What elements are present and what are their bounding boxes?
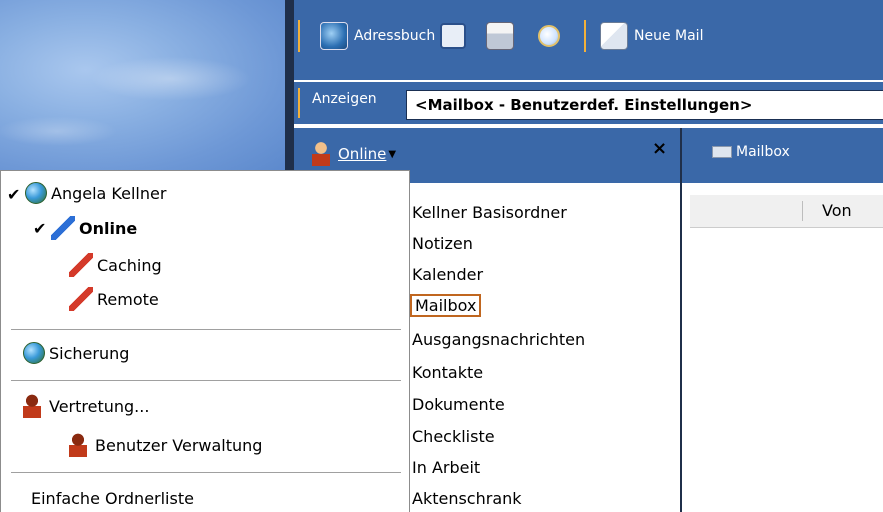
folder-item[interactable]: Notizen xyxy=(412,234,473,253)
plug-icon xyxy=(51,216,75,240)
checkmark-icon: ✔ xyxy=(7,185,21,204)
addressbook-icon xyxy=(320,22,348,50)
menu-separator xyxy=(11,329,401,331)
folder-item[interactable]: Ausgangsnachrichten xyxy=(412,330,585,349)
menu-item-remote[interactable]: Remote xyxy=(69,287,159,311)
folder-item[interactable]: Kalender xyxy=(412,265,483,284)
view-selector-bar: Anzeigen <Mailbox - Benutzerdef. Einstel… xyxy=(294,82,883,124)
calendar-icon xyxy=(440,23,466,49)
neue-mail-button[interactable]: Neue Mail xyxy=(600,22,703,50)
menu-item-vertretung[interactable]: Vertretung... xyxy=(23,394,149,418)
menu-item-caching[interactable]: Caching xyxy=(69,253,162,277)
toolbar-separator xyxy=(298,20,300,52)
plug-icon xyxy=(69,287,93,311)
column-divider[interactable] xyxy=(802,201,803,221)
column-von[interactable]: Von xyxy=(822,201,852,220)
print-button[interactable] xyxy=(486,22,514,50)
toolbar-separator xyxy=(584,20,586,52)
view-select[interactable]: <Mailbox - Benutzerdef. Einstellungen> xyxy=(406,90,883,120)
close-icon[interactable]: × xyxy=(652,138,667,159)
checkmark-icon: ✔ xyxy=(33,219,47,238)
adressbuch-button[interactable]: Adressbuch xyxy=(320,22,435,50)
folder-item[interactable]: Checkliste xyxy=(412,427,495,446)
globe-icon xyxy=(25,182,47,204)
chevron-down-icon: ▼ xyxy=(388,148,397,160)
menu-item-benutzer-verwaltung[interactable]: Benutzer Verwaltung xyxy=(69,433,262,457)
folder-item[interactable]: Aktenschrank xyxy=(412,489,522,508)
menu-separator xyxy=(11,472,401,474)
folder-item[interactable]: In Arbeit xyxy=(412,458,480,477)
mailbox-icon xyxy=(712,146,732,158)
tab-mailbox[interactable]: Mailbox xyxy=(712,144,790,160)
menu-separator xyxy=(11,380,401,382)
menu-item-einfache-ordnerliste[interactable]: Einfache Ordnerliste xyxy=(31,489,194,508)
printer-icon xyxy=(486,22,514,50)
menu-item-sicherung[interactable]: Sicherung xyxy=(23,342,129,364)
search-button[interactable] xyxy=(538,22,560,50)
desktop-background xyxy=(0,0,285,175)
status-menu: ✔ Angela Kellner ✔ Online Caching Remote… xyxy=(0,170,410,512)
user-status-icon xyxy=(312,142,330,166)
mail-list-header: Von xyxy=(690,195,883,228)
calendar-button[interactable] xyxy=(440,22,466,50)
anzeigen-label: Anzeigen xyxy=(312,91,377,107)
folder-item-selected[interactable]: Mailbox xyxy=(410,294,482,317)
menu-item-online[interactable]: Online xyxy=(51,216,137,240)
folder-item[interactable]: Kontakte xyxy=(412,363,483,382)
folder-item[interactable]: Kellner Basisordner xyxy=(412,203,567,222)
toolbar-separator xyxy=(298,88,300,118)
online-dropdown[interactable]: Online ▼ xyxy=(312,142,396,166)
plug-icon xyxy=(69,253,93,277)
pane-separator xyxy=(680,128,682,183)
search-icon xyxy=(538,25,560,47)
toolbar: Adressbuch Neue Mail xyxy=(294,0,883,80)
user-icon xyxy=(69,433,87,457)
folder-item[interactable]: Dokumente xyxy=(412,395,505,414)
user-icon xyxy=(23,394,41,418)
globe-icon xyxy=(23,342,45,364)
envelope-icon xyxy=(600,22,628,50)
mail-list: Von xyxy=(680,183,883,512)
menu-item-user[interactable]: Angela Kellner xyxy=(25,182,166,204)
